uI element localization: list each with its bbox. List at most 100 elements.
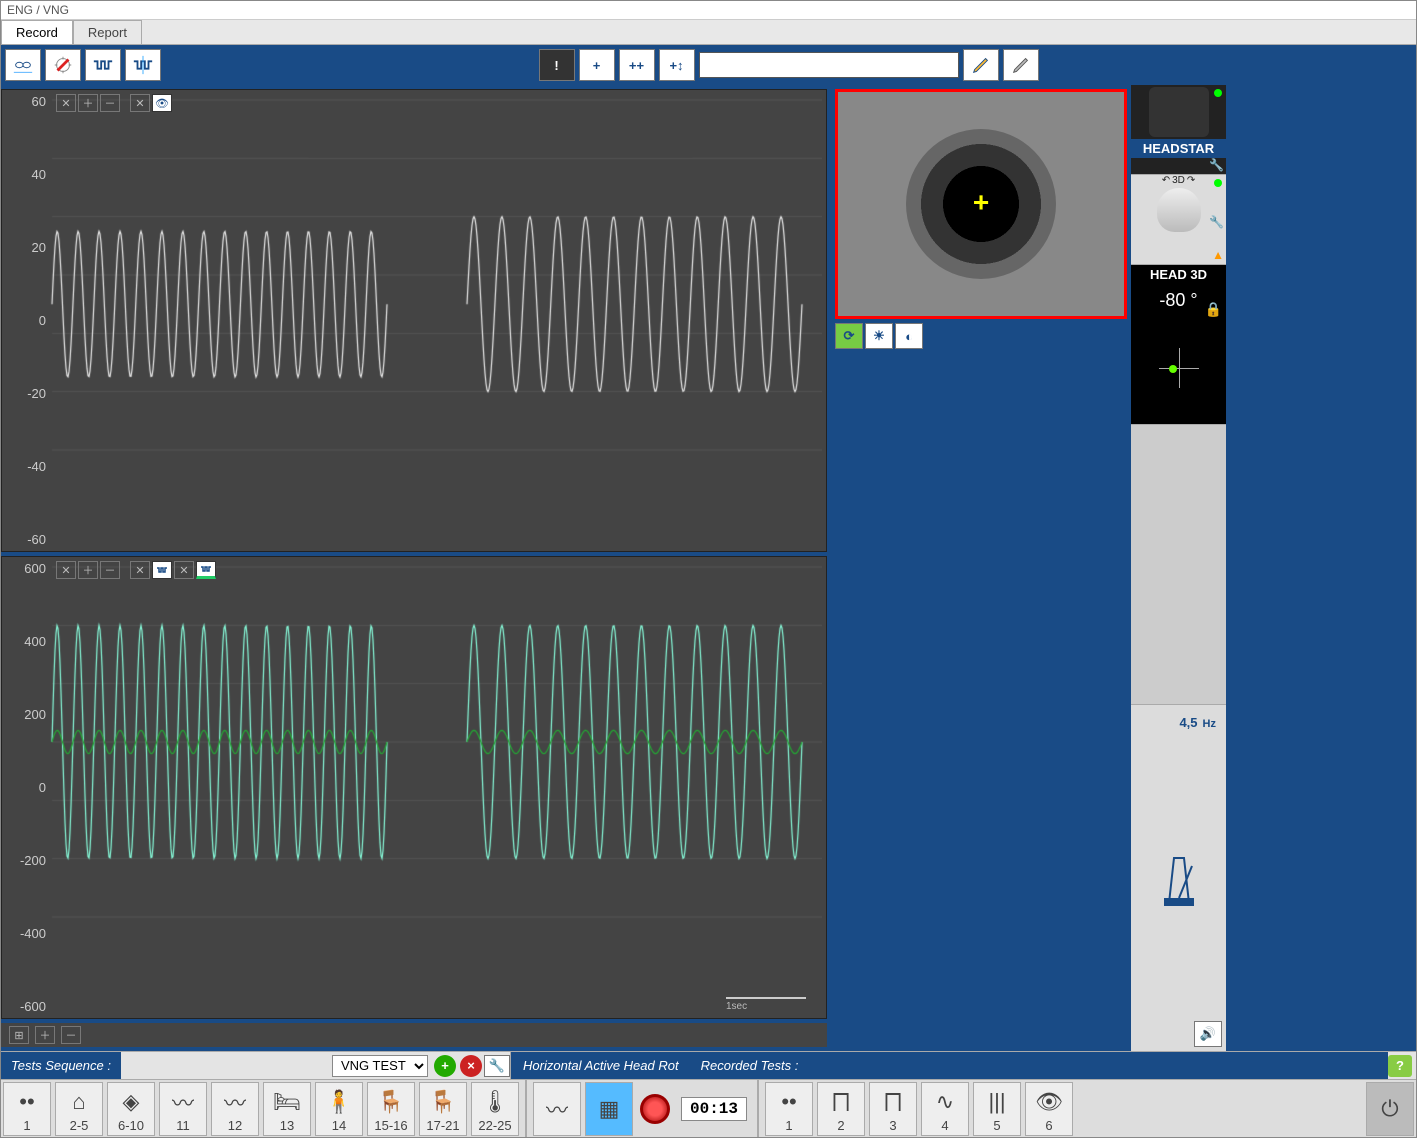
annotation-input[interactable] xyxy=(699,52,959,78)
alert-button[interactable]: ! xyxy=(539,49,575,81)
frequency-unit: Hz xyxy=(1203,718,1216,730)
task-bar: ••1⌂2-5◈6-10〰11〰12🛏13🧍14🪑15-16🪑17-21🌡22-… xyxy=(1,1079,1416,1137)
contrast-icon[interactable]: ◐ xyxy=(895,323,923,349)
task-item[interactable]: 🪑15-16 xyxy=(367,1082,415,1136)
help-button[interactable]: ? xyxy=(1388,1055,1412,1077)
wrench2-icon[interactable]: 🔧 xyxy=(1209,215,1224,229)
task-item[interactable]: 🌡22-25 xyxy=(471,1082,519,1136)
add-vertical-button[interactable]: +↕ xyxy=(659,49,695,81)
task-item[interactable]: ▦ xyxy=(585,1082,633,1136)
close-trace-b-icon[interactable]: ✕ xyxy=(56,561,76,579)
close-trace-b3-icon[interactable]: ✕ xyxy=(174,561,194,579)
status-led-icon xyxy=(1214,89,1222,97)
add-single-button[interactable]: + xyxy=(579,49,615,81)
record-button[interactable] xyxy=(635,1089,675,1129)
task-item[interactable]: 👁6 xyxy=(1025,1082,1073,1136)
task-item[interactable]: 🧍14 xyxy=(315,1082,363,1136)
task-item[interactable]: ⨅2 xyxy=(817,1082,865,1136)
pulse-b2-icon[interactable] xyxy=(196,561,216,579)
global-zoom-in-icon[interactable]: ＋ xyxy=(35,1026,55,1044)
pulse-tool-2-button[interactable] xyxy=(125,49,161,81)
chart-top[interactable]: 6040200-20-40-60 ✕ ＋ － ✕ 👁 xyxy=(1,89,827,552)
add-double-button[interactable]: ++ xyxy=(619,49,655,81)
far-empty xyxy=(1131,425,1226,705)
far-right-column: 🔧 HEADSTAR 3D 🔧 ▲ HEAD 3D -80 ° 🔒 4,5 Hz xyxy=(1131,85,1226,1051)
zoom-out-b-icon[interactable]: － xyxy=(100,561,120,579)
main-panel: 6040200-20-40-60 ✕ ＋ － ✕ 👁 6004002000-20… xyxy=(1,85,1416,1051)
task-item[interactable]: ••1 xyxy=(765,1082,813,1136)
chart-top-yaxis: 6040200-20-40-60 xyxy=(4,90,48,551)
head3d-label: HEAD 3D xyxy=(1131,265,1226,284)
pulse-b1-icon[interactable] xyxy=(152,561,172,579)
task-item[interactable]: ••1 xyxy=(3,1082,51,1136)
recorded-tests-label: Recorded Tests : xyxy=(691,1052,1388,1079)
chart-bottom[interactable]: 6004002000-200-400-600 ✕ ＋ － ✕ ✕ 1sec xyxy=(1,556,827,1019)
chart-top-tools: ✕ ＋ － ✕ 👁 xyxy=(56,94,172,112)
head-3d-preview: 3D 🔧 ▲ xyxy=(1131,175,1226,265)
current-test-name: Horizontal Active Head Rot xyxy=(511,1052,691,1079)
pulse-tool-1-button[interactable] xyxy=(85,49,121,81)
zoom-out-icon[interactable]: － xyxy=(100,94,120,112)
task-item[interactable]: ⌂2-5 xyxy=(55,1082,103,1136)
3d-label: 3D xyxy=(1131,175,1226,186)
eye-mode-icon[interactable]: 👁 xyxy=(152,94,172,112)
chart-bottom-tools: ✕ ＋ － ✕ ✕ xyxy=(56,561,216,579)
wrench-icon[interactable]: 🔧 xyxy=(1209,158,1224,172)
tests-sequence-label: Tests Sequence : xyxy=(1,1052,121,1079)
edit-button[interactable] xyxy=(1003,49,1039,81)
sequence-select[interactable]: VNG TEST xyxy=(332,1055,428,1077)
frequency-value: 4,5 xyxy=(1179,715,1197,730)
pupil-crosshair-icon xyxy=(906,129,1056,279)
task-item[interactable]: 〰 xyxy=(533,1082,581,1136)
right-column: ⟳ ☀ ◐ xyxy=(831,85,1131,1051)
brightness-icon[interactable]: ☀ xyxy=(865,323,893,349)
lock-icon[interactable]: 🔒 xyxy=(1205,301,1222,318)
refresh-icon[interactable]: ⟳ xyxy=(835,323,863,349)
status-bar: Tests Sequence : VNG TEST + × 🔧 Horizont… xyxy=(1,1051,1416,1079)
top-toolbar: ! + ++ +↕ xyxy=(1,45,1416,85)
head-3d-panel: HEAD 3D -80 ° 🔒 xyxy=(1131,265,1226,425)
task-left-group: ••1⌂2-5◈6-10〰11〰12🛏13🧍14🪑15-16🪑17-21🌡22-… xyxy=(1,1080,521,1137)
sequence-wrench-icon[interactable]: 🔧 xyxy=(484,1055,510,1077)
power-button[interactable]: ⏻ xyxy=(1366,1082,1414,1136)
task-item[interactable]: ⨅3 xyxy=(869,1082,917,1136)
eye-camera-view[interactable] xyxy=(835,89,1127,319)
pencil-button[interactable] xyxy=(963,49,999,81)
close-trace-b2-icon[interactable]: ✕ xyxy=(130,561,150,579)
add-sequence-button[interactable]: + xyxy=(434,1055,456,1077)
recording-timer: 00:13 xyxy=(681,1097,747,1121)
settings-off-button[interactable] xyxy=(45,49,81,81)
close-trace2-icon[interactable]: ✕ xyxy=(130,94,150,112)
head-icon xyxy=(1157,188,1201,232)
task-item[interactable]: ◈6-10 xyxy=(107,1082,155,1136)
task-item[interactable]: 〰11 xyxy=(159,1082,207,1136)
metronome-icon[interactable] xyxy=(1131,738,1226,1017)
tab-record[interactable]: Record xyxy=(1,20,73,44)
charts-column: 6040200-20-40-60 ✕ ＋ － ✕ 👁 6004002000-20… xyxy=(1,85,831,1051)
zoom-in-icon[interactable]: ＋ xyxy=(78,94,98,112)
goggles-icon xyxy=(1149,87,1209,137)
tab-report[interactable]: Report xyxy=(73,20,142,44)
zoom-in-b-icon[interactable]: ＋ xyxy=(78,561,98,579)
right-spacer xyxy=(835,353,1127,1047)
delete-sequence-button[interactable]: × xyxy=(460,1055,482,1077)
speaker-row: 🔊 xyxy=(1131,1017,1226,1051)
eye-tools: ⟳ ☀ ◐ xyxy=(835,323,1127,349)
grid-icon[interactable]: ⊞ xyxy=(9,1026,29,1044)
frequency-readout: 4,5 Hz xyxy=(1131,705,1226,738)
global-zoom-out-icon[interactable]: － xyxy=(61,1026,81,1044)
task-item[interactable]: ∿4 xyxy=(921,1082,969,1136)
main-tabs: Record Report xyxy=(1,20,1416,45)
close-trace-icon[interactable]: ✕ xyxy=(56,94,76,112)
task-item[interactable]: 🪑17-21 xyxy=(419,1082,467,1136)
task-item[interactable]: 🛏13 xyxy=(263,1082,311,1136)
eye-movement-button[interactable] xyxy=(5,49,41,81)
speaker-icon[interactable]: 🔊 xyxy=(1194,1021,1222,1047)
task-item[interactable]: 〰12 xyxy=(211,1082,259,1136)
warning-icon: ▲ xyxy=(1212,248,1224,262)
tests-sequence-section: Tests Sequence : VNG TEST + × 🔧 xyxy=(1,1052,511,1079)
task-item[interactable]: |||5 xyxy=(973,1082,1021,1136)
time-scale-label: 1sec xyxy=(726,997,806,1012)
chart-global-tools: ⊞ ＋ － xyxy=(1,1023,827,1047)
app-window: ENG / VNG Record Report ! + ++ +↕ 604020… xyxy=(0,0,1417,1138)
